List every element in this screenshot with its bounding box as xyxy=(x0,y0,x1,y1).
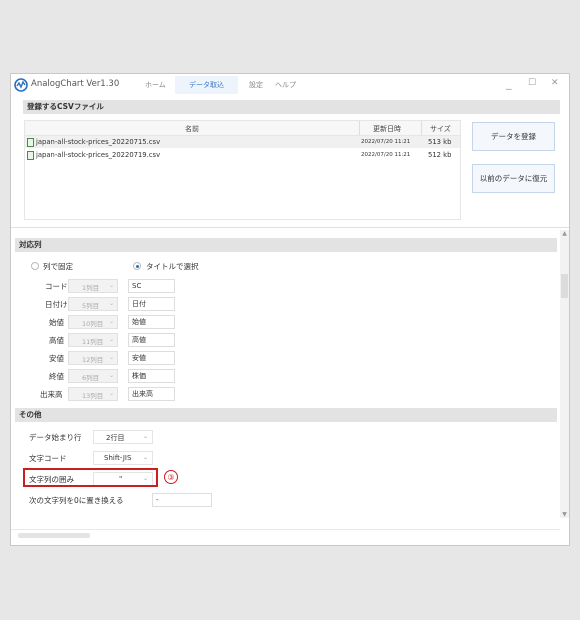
step-marker: ③ xyxy=(164,470,178,484)
title-bar: AnalogChart Ver1.30 ホーム データ取込 設定 ヘルプ _ ☐… xyxy=(11,74,569,96)
radio-fixed-label: 列で固定 xyxy=(43,262,73,271)
column-mapping-header: 対応列 xyxy=(15,238,557,252)
horizontal-scrollbar[interactable] xyxy=(18,533,90,538)
column-select-high[interactable]: 11列目 ⌄ xyxy=(68,333,118,347)
replace-label: 次の文字列を0に置き換える xyxy=(29,496,124,505)
replace-input[interactable]: - xyxy=(152,493,212,507)
file-row[interactable]: japan-all-stock-prices_20220715.csv 2022… xyxy=(25,136,460,148)
label-volume: 出来高 xyxy=(40,390,63,399)
start-row-select[interactable]: 2行目 ⌄ xyxy=(93,430,153,444)
file-row[interactable]: japan-all-stock-prices_20220719.csv 2022… xyxy=(25,149,460,161)
minimize-icon[interactable]: _ xyxy=(506,77,512,90)
column-select-open[interactable]: 10列目 ⌄ xyxy=(68,315,118,329)
file-date: 2022/07/20 11:21 xyxy=(361,139,411,145)
app-title: AnalogChart Ver1.30 xyxy=(31,79,120,89)
radio-title-label: タイトルで選択 xyxy=(146,262,199,271)
title-input-close[interactable]: 株価 xyxy=(128,369,175,383)
label-high: 高値 xyxy=(49,336,64,345)
tab-help[interactable]: ヘルプ xyxy=(275,80,296,90)
column-select-close[interactable]: 6列目 ⌄ xyxy=(68,369,118,383)
chevron-down-icon: ⌄ xyxy=(108,336,114,343)
vertical-scrollbar[interactable]: ▲ ▼ xyxy=(560,230,569,518)
column-select-date[interactable]: 5列目 ⌄ xyxy=(68,297,118,311)
title-input-low[interactable]: 安値 xyxy=(128,351,175,365)
column-select-low[interactable]: 12列目 ⌄ xyxy=(68,351,118,365)
csv-files-header: 登録するCSVファイル xyxy=(23,100,560,114)
restore-data-button[interactable]: 以前のデータに復元 xyxy=(472,164,555,193)
tab-home[interactable]: ホーム xyxy=(145,80,166,90)
highlight-box xyxy=(23,468,158,487)
radio-fixed-column[interactable] xyxy=(31,262,39,270)
chevron-down-icon: ⌄ xyxy=(108,354,114,361)
csv-file-list[interactable]: 名前 更新日時 サイズ japan-all-stock-prices_20220… xyxy=(24,120,461,220)
chevron-down-icon: ⌄ xyxy=(108,390,114,397)
maximize-icon[interactable]: ☐ xyxy=(528,78,536,88)
encoding-label: 文字コード xyxy=(29,454,67,463)
label-open: 始値 xyxy=(49,318,64,327)
column-select-code[interactable]: 1列目 ⌄ xyxy=(68,279,118,293)
tab-data-import[interactable]: データ取込 xyxy=(175,76,238,94)
chevron-down-icon: ⌄ xyxy=(108,318,114,325)
register-data-button[interactable]: データを登録 xyxy=(472,122,555,151)
chevron-down-icon: ⌄ xyxy=(142,454,148,461)
file-name: japan-all-stock-prices_20220719.csv xyxy=(36,151,161,159)
title-input-open[interactable]: 始値 xyxy=(128,315,175,329)
title-input-date[interactable]: 日付 xyxy=(128,297,175,311)
label-code: コード xyxy=(45,282,68,291)
chevron-down-icon: ⌄ xyxy=(142,433,148,440)
label-date: 日付け xyxy=(45,300,68,309)
other-settings-header: その他 xyxy=(15,408,557,422)
title-input-volume[interactable]: 出来高 xyxy=(128,387,175,401)
app-logo-icon xyxy=(14,78,28,92)
tab-settings[interactable]: 設定 xyxy=(249,80,263,90)
file-name: japan-all-stock-prices_20220715.csv xyxy=(36,138,161,146)
scroll-down-icon[interactable]: ▼ xyxy=(560,511,569,518)
chevron-down-icon: ⌄ xyxy=(108,282,114,289)
start-row-label: データ始まり行 xyxy=(29,433,82,442)
chevron-down-icon: ⌄ xyxy=(108,300,114,307)
file-size: 513 kb xyxy=(428,138,452,146)
close-icon[interactable]: ✕ xyxy=(551,78,559,88)
file-size: 512 kb xyxy=(428,151,452,159)
label-low: 安値 xyxy=(49,354,64,363)
scroll-up-icon[interactable]: ▲ xyxy=(560,230,569,237)
col-date-header[interactable]: 更新日時 xyxy=(373,124,401,134)
column-select-volume[interactable]: 13列目 ⌄ xyxy=(68,387,118,401)
csv-file-icon xyxy=(27,138,34,147)
radio-select-by-title[interactable] xyxy=(133,262,141,270)
csv-file-icon xyxy=(27,151,34,160)
file-date: 2022/07/20 11:21 xyxy=(361,152,411,158)
encoding-select[interactable]: Shift-JIS ⌄ xyxy=(93,451,153,465)
title-input-code[interactable]: SC xyxy=(128,279,175,293)
title-input-high[interactable]: 高値 xyxy=(128,333,175,347)
label-close: 終値 xyxy=(49,372,64,381)
chevron-down-icon: ⌄ xyxy=(108,372,114,379)
col-size-header[interactable]: サイズ xyxy=(430,124,451,134)
col-name-header[interactable]: 名前 xyxy=(185,124,199,134)
scrollbar-thumb[interactable] xyxy=(561,274,568,298)
file-list-header: 名前 更新日時 サイズ xyxy=(25,121,460,136)
